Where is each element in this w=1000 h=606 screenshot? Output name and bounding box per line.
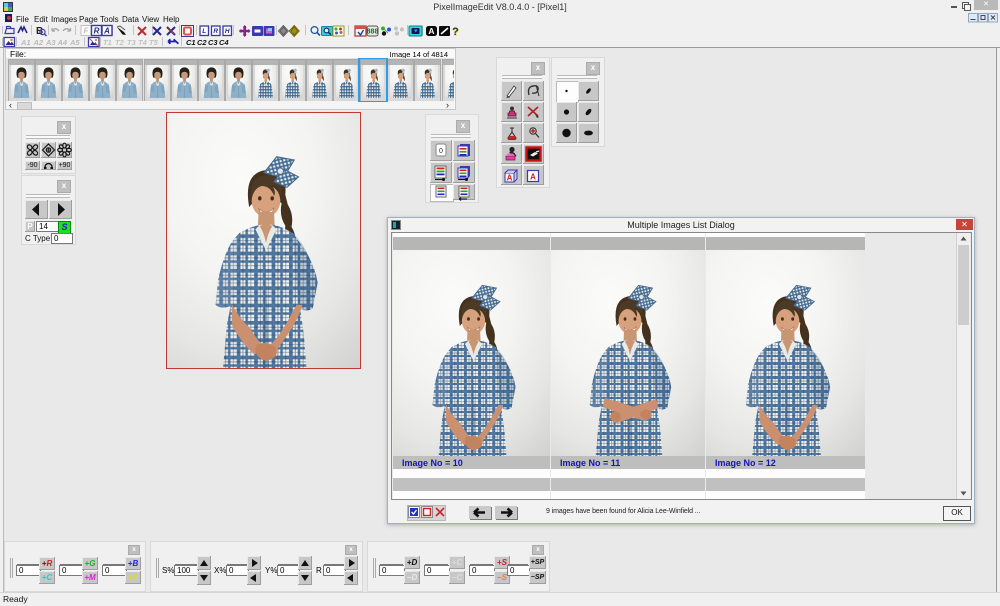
svg-text:A: A (103, 27, 110, 36)
svg-text:C3: C3 (208, 38, 218, 47)
svg-text:A1: A1 (20, 38, 31, 47)
svg-text:A2: A2 (33, 38, 44, 47)
svg-text:R: R (213, 28, 218, 35)
svg-text:A4: A4 (57, 38, 68, 47)
svg-text:T4: T4 (138, 38, 148, 47)
svg-text:T5: T5 (149, 38, 159, 47)
svg-text:T2: T2 (115, 38, 125, 47)
svg-text:A5: A5 (69, 38, 80, 47)
svg-text:R: R (94, 27, 100, 36)
svg-text:888: 888 (367, 29, 379, 36)
svg-text:L: L (202, 28, 206, 35)
svg-text:C2: C2 (197, 38, 207, 47)
svg-text:A: A (428, 26, 434, 36)
svg-text:0: 0 (439, 148, 443, 155)
svg-text:T1: T1 (103, 38, 112, 47)
svg-text:A3: A3 (45, 38, 56, 47)
svg-text:T3: T3 (127, 38, 137, 47)
svg-text:C1: C1 (186, 38, 196, 47)
svg-text:C4: C4 (219, 38, 229, 47)
svg-text:H: H (225, 28, 230, 35)
svg-text:A: A (530, 173, 536, 182)
svg-text:?: ? (452, 26, 459, 38)
svg-text:A: A (507, 174, 513, 183)
